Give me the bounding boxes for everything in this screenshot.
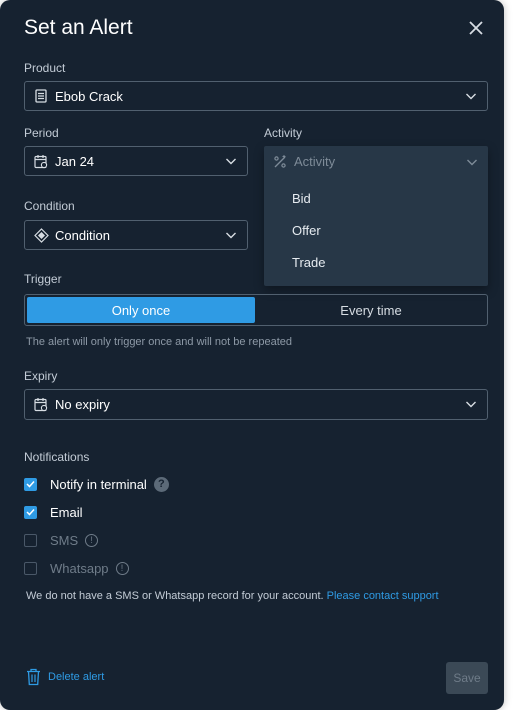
dialog-title: Set an Alert [24,16,133,39]
product-icon [33,88,49,104]
whatsapp-row: Whatsapp ! [24,559,129,577]
product-value: Ebob Crack [55,88,123,104]
chevron-down-icon [225,155,237,167]
info-icon[interactable]: ! [85,533,99,547]
info-icon[interactable]: ! [115,561,129,575]
save-button[interactable]: Save [446,662,488,694]
percent-icon [272,154,288,170]
calendar-icon [33,153,49,169]
close-icon[interactable] [466,18,486,38]
chevron-down-icon [466,156,478,168]
notify-terminal-checkbox[interactable] [24,477,37,491]
activity-dropdown: Activity Bid Offer Trade [264,146,488,286]
activity-label: Activity [264,126,303,140]
notifications-label: Notifications [24,450,90,464]
expiry-label: Expiry [24,369,58,383]
period-value: Jan 24 [55,153,95,169]
chevron-down-icon [465,90,477,102]
expiry-value: No expiry [55,397,110,412]
calendar-icon [33,397,49,413]
product-label: Product [24,61,66,75]
sms-row: SMS ! [24,531,99,549]
notify-terminal-label: Notify in terminal [50,476,147,492]
email-label: Email [50,504,83,520]
email-checkbox[interactable] [24,505,37,519]
email-row: Email [24,503,83,521]
set-alert-dialog: Set an Alert Product Ebob Crack Period J… [0,0,504,710]
trigger-label: Trigger [24,272,62,286]
product-select[interactable]: Ebob Crack [24,81,488,111]
sms-checkbox[interactable] [24,533,37,547]
notify-terminal-row: Notify in terminal ? [24,475,169,493]
whatsapp-label: Whatsapp [50,560,109,576]
trigger-only-once-button[interactable]: Only once [27,297,255,323]
help-icon[interactable]: ? [153,476,169,492]
chevron-down-icon [225,229,237,241]
activity-option-trade[interactable]: Trade [292,255,325,270]
trash-icon [27,668,40,686]
diamond-icon [33,227,49,243]
contact-support-link[interactable]: Please contact support [327,590,439,602]
period-select[interactable]: Jan 24 [24,146,248,176]
expiry-select[interactable]: No expiry [24,389,488,420]
chevron-down-icon [465,398,477,410]
sms-note: We do not have a SMS or Whatsapp record … [26,590,439,602]
whatsapp-checkbox[interactable] [24,561,37,575]
condition-label: Condition [24,199,75,213]
trigger-every-time-button[interactable]: Every time [257,297,485,323]
activity-select[interactable]: Activity [264,146,488,177]
trigger-toggle: Only once Every time [24,294,488,326]
sms-note-text: We do not have a SMS or Whatsapp record … [26,590,324,602]
activity-option-bid[interactable]: Bid [292,191,311,206]
activity-placeholder: Activity [294,154,336,169]
delete-alert-button[interactable]: Delete alert [26,668,104,686]
period-label: Period [24,126,59,140]
trigger-hint: The alert will only trigger once and wil… [26,336,292,348]
sms-label: SMS [50,532,79,548]
delete-alert-label: Delete alert [48,671,105,683]
activity-option-offer[interactable]: Offer [292,223,321,238]
condition-value: Condition [55,227,110,243]
condition-select[interactable]: Condition [24,220,248,250]
